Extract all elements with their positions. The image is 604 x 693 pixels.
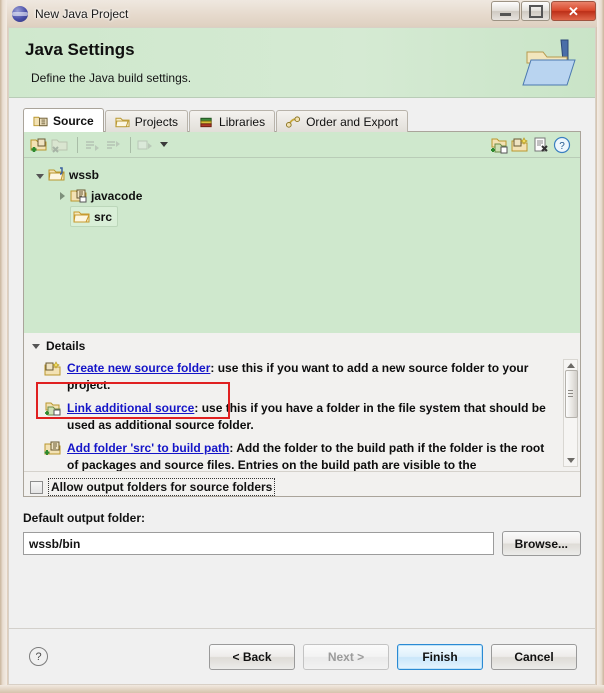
- tree-node-label: javacode: [91, 188, 143, 203]
- allow-output-folders-checkbox[interactable]: [30, 480, 43, 494]
- projects-folder-icon: [115, 117, 130, 127]
- detail-create-new-source-folder[interactable]: Create new source folder: use this if yo…: [24, 357, 580, 397]
- back-button[interactable]: < Back: [209, 643, 295, 670]
- page-title: Java Settings: [25, 40, 135, 59]
- remove-source-folder-icon: [51, 139, 68, 153]
- help-icon[interactable]: ?: [29, 647, 48, 666]
- toolbar-separator-2: [130, 136, 131, 153]
- link-add-folder-to-build-path[interactable]: Add folder 'src' to build path: [67, 441, 229, 455]
- output-folder-row: wssb/bin Browse...: [23, 531, 581, 556]
- tab-order-and-export[interactable]: Order and Export: [276, 110, 409, 132]
- allow-output-folders-label: Allow output folders for source folders: [48, 478, 276, 496]
- help-icon[interactable]: ?: [553, 136, 571, 154]
- link-link-additional-source[interactable]: Link additional source: [67, 401, 194, 415]
- tree-toolbar: ?: [24, 132, 580, 158]
- maximize-icon: [528, 4, 543, 18]
- detail-add-folder-to-build-path[interactable]: Add folder 'src' to build path: Add the …: [24, 437, 580, 471]
- details-scrollbar[interactable]: [563, 359, 578, 467]
- libraries-books-icon: [200, 117, 212, 127]
- collapse-triangle-icon[interactable]: [54, 189, 70, 203]
- title-bar[interactable]: New Java Project ✕: [0, 0, 604, 27]
- scroll-up-arrow-icon[interactable]: [567, 363, 575, 368]
- plain-folder-icon: [73, 211, 90, 223]
- toolbar-dropdown-caret[interactable]: [160, 142, 168, 147]
- window-controls: ✕: [491, 1, 596, 21]
- minimize-icon: [500, 12, 511, 16]
- tab-source[interactable]: Source: [23, 108, 104, 132]
- details-label: Details: [46, 339, 86, 353]
- java-folder-banner-icon: [522, 39, 576, 86]
- dialog-window: New Java Project ✕ Java Settings Define …: [0, 0, 604, 693]
- window-title: New Java Project: [35, 6, 129, 21]
- java-sphere-icon: [12, 5, 28, 22]
- toolbar-separator: [77, 136, 78, 153]
- finish-button[interactable]: Finish: [397, 643, 483, 670]
- tab-source-label: Source: [53, 113, 94, 128]
- browse-button[interactable]: Browse...: [501, 531, 581, 556]
- minimize-button[interactable]: [491, 1, 520, 21]
- output-folder-section: Default output folder: wssb/bin Browse..…: [9, 497, 595, 556]
- svg-text:?: ?: [559, 141, 565, 152]
- frame-bottom-edge: [0, 685, 604, 693]
- create-new-source-folder-icon: [44, 361, 61, 376]
- source-tab-panel: ? wssb javacode src Details Create new s…: [23, 131, 581, 497]
- output-folder-value: wssb/bin: [29, 536, 81, 551]
- remove-from-build-path-icon[interactable]: [532, 136, 550, 154]
- frame-right-edge: [597, 0, 604, 693]
- scrollbar-thumb[interactable]: [565, 370, 578, 418]
- footer-buttons: < Back Next > Finish Cancel: [209, 643, 577, 670]
- close-button[interactable]: ✕: [551, 1, 596, 21]
- detail-link-additional-source[interactable]: Link additional source: use this if you …: [24, 397, 580, 437]
- expand-triangle-icon[interactable]: [32, 168, 48, 182]
- configure-filters-icon: [137, 140, 152, 149]
- source-folder-tree[interactable]: wssb javacode src: [24, 158, 580, 333]
- allow-output-folders-row[interactable]: Allow output folders for source folders: [24, 472, 580, 496]
- tree-node-label: src: [94, 209, 113, 224]
- output-folder-input[interactable]: wssb/bin: [23, 532, 494, 555]
- move-up-icon: [86, 140, 99, 151]
- dialog-footer: ? < Back Next > Finish Cancel: [9, 628, 595, 684]
- tab-libraries-label: Libraries: [219, 114, 266, 129]
- link-create-new-source-folder[interactable]: Create new source folder: [67, 361, 210, 375]
- order-export-icon: [286, 115, 301, 128]
- tree-row[interactable]: javacode: [24, 185, 580, 206]
- tab-projects-label: Projects: [134, 114, 179, 129]
- tree-row[interactable]: src: [24, 206, 580, 227]
- details-collapse-icon[interactable]: [32, 343, 40, 349]
- tree-node-label: wssb: [69, 167, 100, 182]
- add-folder-to-build-path-icon: [44, 441, 61, 455]
- tree-row[interactable]: wssb: [24, 164, 580, 185]
- output-folder-label: Default output folder:: [23, 511, 145, 525]
- tab-area: Source Projects Libraries Order and Expo…: [9, 98, 595, 497]
- create-new-source-folder-icon[interactable]: [511, 136, 529, 154]
- detail-text: Add folder 'src' to build path: Add the …: [67, 440, 554, 471]
- next-button: Next >: [303, 643, 389, 670]
- add-source-folder-icon[interactable]: [30, 136, 48, 154]
- detail-text: Link additional source: use this if you …: [67, 400, 554, 434]
- page-subtitle: Define the Java build settings.: [31, 71, 192, 85]
- move-down-icon: [107, 140, 120, 149]
- link-additional-source-icon[interactable]: [490, 136, 508, 154]
- tab-projects[interactable]: Projects: [104, 110, 189, 132]
- scroll-down-arrow-icon[interactable]: [567, 458, 575, 463]
- detail-text: Create new source folder: use this if yo…: [67, 360, 554, 394]
- cancel-button[interactable]: Cancel: [491, 643, 577, 670]
- source-folder-icon: [33, 116, 48, 126]
- details-panel: Create new source folder: use this if yo…: [24, 357, 580, 472]
- tab-libraries[interactable]: Libraries: [189, 110, 276, 132]
- tab-strip: Source Projects Libraries Order and Expo…: [23, 108, 581, 132]
- tab-order-export-label: Order and Export: [306, 114, 399, 129]
- close-icon: ✕: [568, 3, 579, 19]
- java-project-folder-icon: [48, 167, 65, 181]
- header-banner: Java Settings Define the Java build sett…: [9, 28, 595, 98]
- source-folder-icon: [70, 189, 87, 203]
- dialog-client-area: Java Settings Define the Java build sett…: [8, 27, 596, 685]
- frame-left-edge: [0, 0, 7, 693]
- link-additional-source-icon: [45, 402, 61, 416]
- maximize-button[interactable]: [521, 1, 550, 21]
- details-section-header[interactable]: Details: [24, 333, 580, 357]
- tree-node-selection: src: [70, 206, 119, 227]
